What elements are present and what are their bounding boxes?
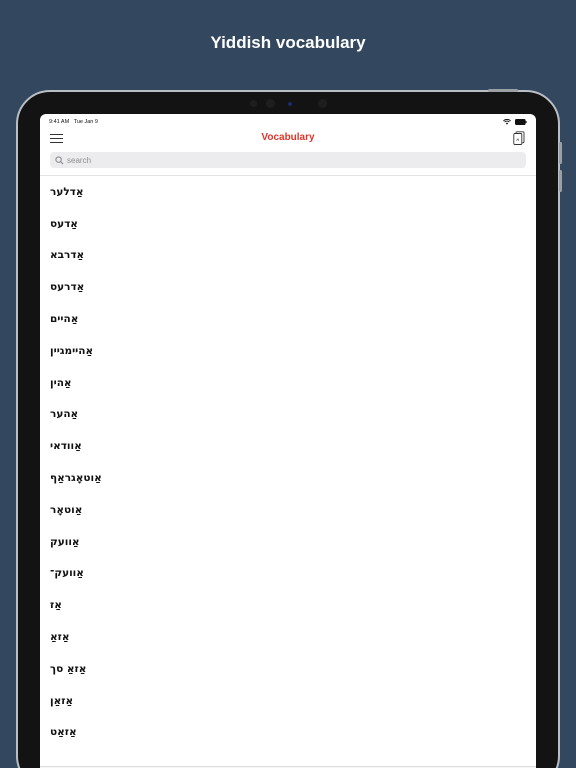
volume-down-button bbox=[559, 170, 562, 192]
list-item[interactable]: אַדרעס bbox=[40, 271, 536, 303]
word-label: אַהיים bbox=[50, 313, 79, 326]
list-item[interactable]: אַז bbox=[40, 589, 536, 621]
camera-dot-icon bbox=[250, 100, 257, 107]
status-date: Tue Jan 9 bbox=[73, 119, 98, 125]
word-label: אַזאַן bbox=[50, 694, 74, 707]
word-label: אַזאַ סך bbox=[50, 662, 87, 675]
search-input[interactable] bbox=[67, 155, 267, 165]
word-label: אַדעס bbox=[50, 217, 78, 230]
word-label: אַדרעס bbox=[50, 281, 85, 294]
list-item[interactable]: אַהין bbox=[40, 367, 536, 399]
sensor-dot-icon bbox=[288, 102, 292, 106]
battery-icon bbox=[515, 119, 527, 125]
word-label: אַזאַ bbox=[50, 631, 70, 644]
navigation-bar: Vocabulary א bbox=[40, 128, 536, 150]
word-label: אַוועק bbox=[50, 535, 80, 548]
list-item[interactable]: אַוועק־ bbox=[40, 558, 536, 590]
list-item[interactable]: אַהיים bbox=[40, 303, 536, 335]
volume-up-button bbox=[559, 142, 562, 164]
word-label: אַהער bbox=[50, 408, 79, 421]
list-item[interactable]: אַדרבא bbox=[40, 240, 536, 272]
list-item[interactable]: אַזאַן bbox=[40, 685, 536, 717]
wifi-icon bbox=[503, 119, 511, 125]
word-label: אַוטאָר bbox=[50, 503, 83, 516]
list-item[interactable]: אַוטאָר bbox=[40, 494, 536, 526]
word-label: אַהיימגיין bbox=[50, 344, 94, 357]
word-label: אַז bbox=[50, 599, 62, 612]
camera-lens-icon bbox=[318, 99, 327, 108]
list-item[interactable]: אַוטאָגראַף bbox=[40, 462, 536, 494]
list-item[interactable]: אַדלער bbox=[40, 176, 536, 208]
nav-title: Vocabulary bbox=[261, 132, 315, 143]
list-item[interactable]: אַוועק bbox=[40, 526, 536, 558]
vocabulary-list: אַדלער אַדעס אַדרבא אַדרעס אַהיים אַהיימגיין א… bbox=[40, 176, 536, 748]
status-time: 9:41 AM bbox=[49, 119, 70, 125]
word-label: אַוודאי bbox=[50, 440, 82, 453]
search-bar[interactable] bbox=[50, 152, 526, 168]
word-label: אַדלער bbox=[50, 185, 84, 198]
list-item[interactable]: אַדעס bbox=[40, 208, 536, 240]
camera-lens-icon bbox=[266, 99, 275, 108]
status-bar: 9:41 AM Tue Jan 9 bbox=[49, 117, 527, 127]
flashcards-icon[interactable]: א bbox=[513, 131, 525, 145]
top-button bbox=[488, 89, 518, 92]
word-label: אַזאַט bbox=[50, 726, 77, 739]
page-headline: Yiddish vocabulary bbox=[210, 33, 366, 52]
word-label: אַוועק־ bbox=[50, 567, 84, 580]
list-item[interactable]: אַזאַ bbox=[40, 621, 536, 653]
app-screen: 9:41 AM Tue Jan 9 Vocabulary א search אַ… bbox=[40, 114, 536, 768]
word-label: אַהין bbox=[50, 376, 72, 389]
list-item[interactable]: אַהיימגיין bbox=[40, 335, 536, 367]
list-item[interactable]: אַהער bbox=[40, 399, 536, 431]
svg-text:א: א bbox=[516, 137, 519, 143]
list-item[interactable]: אַזאַט bbox=[40, 717, 536, 749]
word-label: אַדרבא bbox=[50, 249, 85, 262]
ipad-frame: 9:41 AM Tue Jan 9 Vocabulary א search אַ… bbox=[16, 89, 562, 768]
list-item[interactable]: אַוודאי bbox=[40, 430, 536, 462]
search-icon bbox=[55, 155, 64, 165]
list-item[interactable]: אַזאַ סך bbox=[40, 653, 536, 685]
word-label: אַוטאָגראַף bbox=[50, 472, 102, 485]
